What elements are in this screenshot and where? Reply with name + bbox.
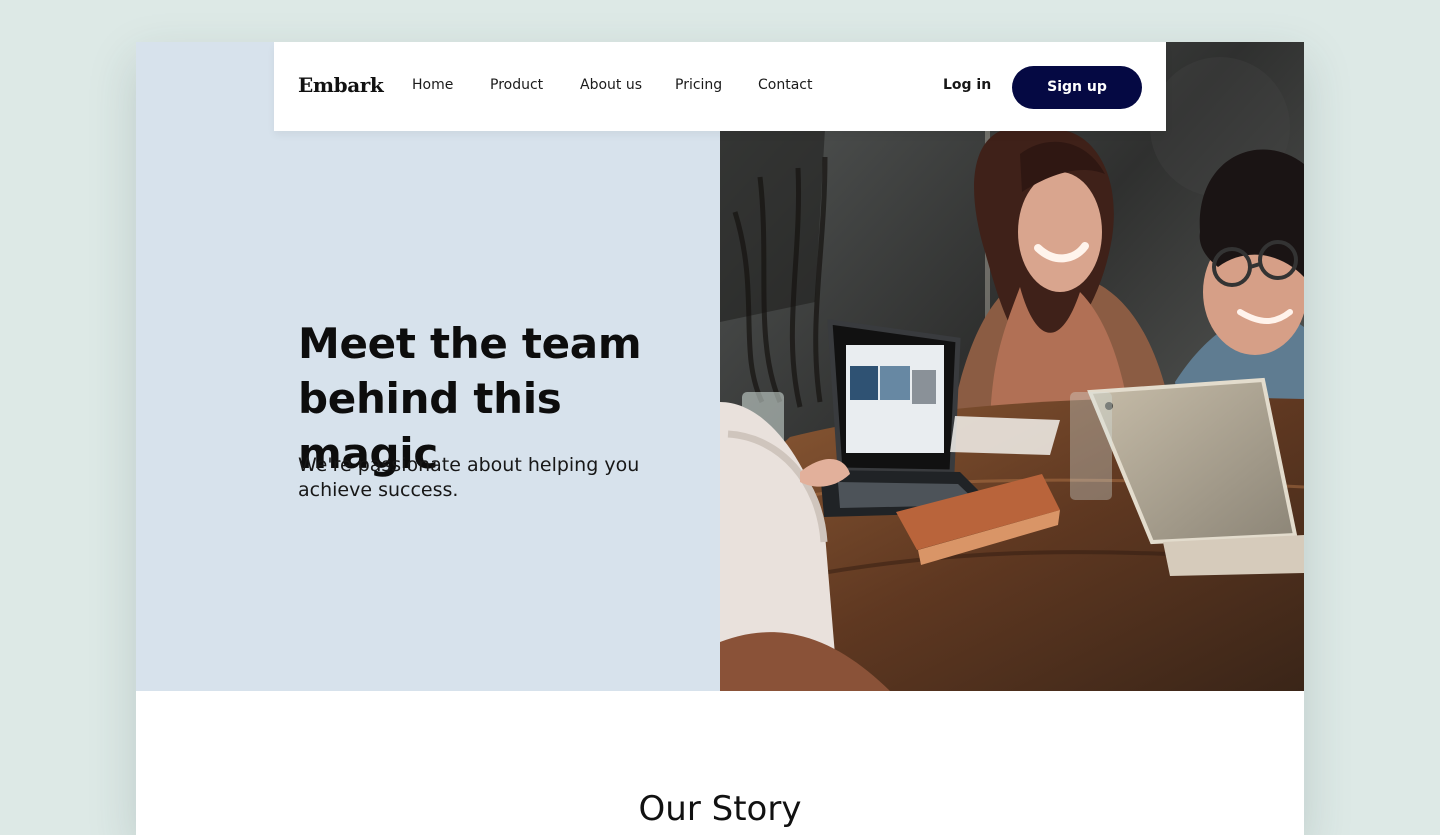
hero-description: We're passionate about helping you achie…: [298, 454, 640, 501]
nav-link-home[interactable]: Home: [412, 77, 453, 93]
team-photo: [720, 42, 1304, 691]
nav-link-product[interactable]: Product: [490, 77, 543, 93]
nav-link-pricing[interactable]: Pricing: [675, 77, 722, 93]
our-story-heading: Our Story: [638, 789, 802, 829]
brand-logo[interactable]: Embark: [298, 73, 384, 97]
hero-headline-line-1: Meet the team: [298, 319, 642, 368]
hero-copy-panel: Meet the team behind this magic We're pa…: [136, 42, 720, 691]
top-navigation: Embark Home Product About us Pricing Con…: [274, 42, 1166, 131]
team-photo-illustration: [720, 42, 1304, 691]
nav-link-contact[interactable]: Contact: [758, 77, 812, 93]
login-link[interactable]: Log in: [943, 77, 991, 93]
website-preview-card: Meet the team behind this magic We're pa…: [136, 42, 1304, 835]
signup-button[interactable]: Sign up: [1012, 66, 1142, 109]
nav-link-about-us[interactable]: About us: [580, 77, 642, 93]
